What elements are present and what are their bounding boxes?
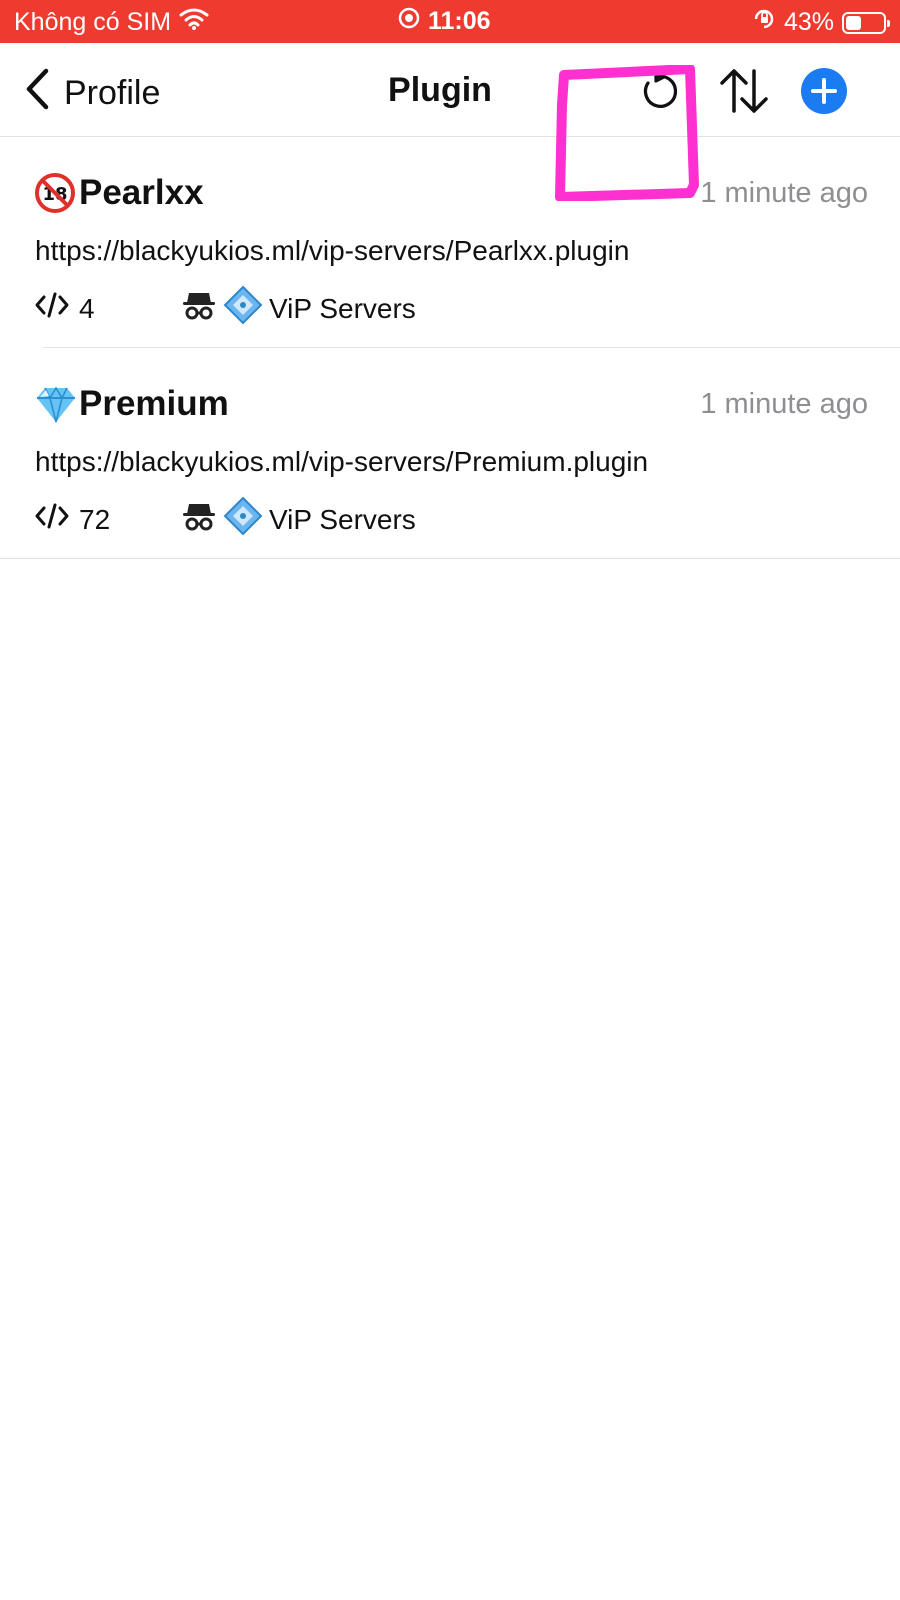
battery-icon xyxy=(842,11,890,34)
no-under-18-icon: 18 xyxy=(35,173,75,213)
code-icon xyxy=(35,291,69,326)
navigation-bar: Profile Plugin xyxy=(0,43,900,201)
plugin-row[interactable]: 18 Pearlxx 1 minute ago https://blackyuk… xyxy=(0,137,900,348)
plugin-title: 18 Pearlxx xyxy=(35,173,204,213)
rotation-lock-icon xyxy=(752,7,776,38)
sort-icon[interactable] xyxy=(718,67,768,115)
script-count-value: 4 xyxy=(79,292,95,324)
plugin-time: 1 minute ago xyxy=(700,177,868,209)
owner-name: ViP Servers xyxy=(269,292,416,324)
clock: 11:06 xyxy=(428,7,491,35)
plugin-url: https://blackyukios.ml/vip-servers/Premi… xyxy=(35,446,649,477)
status-bar: Không có SIM 11:06 43% xyxy=(0,0,900,43)
plugin-owner: ViP Servers xyxy=(181,285,416,332)
code-icon xyxy=(35,502,69,537)
diamond-shape-icon xyxy=(223,496,263,543)
battery-percent: 43% xyxy=(783,8,834,36)
script-count: 4 xyxy=(35,291,181,326)
screen-record-icon xyxy=(398,7,420,36)
plugin-meta: 72 ViP Servers xyxy=(35,496,416,543)
plugin-row[interactable]: Premium 1 minute ago https://blackyukios… xyxy=(0,348,900,559)
plugin-title: Premium xyxy=(35,384,229,424)
plugin-owner: ViP Servers xyxy=(181,496,416,543)
refresh-icon[interactable] xyxy=(634,67,682,115)
carrier-label: Không có SIM xyxy=(14,8,172,36)
plugin-list: 18 Pearlxx 1 minute ago https://blackyuk… xyxy=(0,137,900,559)
row-separator xyxy=(0,558,900,559)
status-left: Không có SIM xyxy=(14,7,209,38)
status-center: 11:06 xyxy=(398,7,491,36)
script-count: 72 xyxy=(35,502,181,537)
detective-icon xyxy=(181,289,217,328)
diamond-shape-icon xyxy=(223,285,263,332)
plugin-name: Pearlxx xyxy=(79,173,204,212)
plugin-meta: 4 ViP Servers xyxy=(35,285,416,332)
add-icon[interactable] xyxy=(800,67,848,115)
script-count-value: 72 xyxy=(79,503,111,535)
plugin-time: 1 minute ago xyxy=(700,388,868,420)
status-right: 43% xyxy=(752,7,890,38)
owner-name: ViP Servers xyxy=(269,503,416,535)
battery-fill xyxy=(846,15,861,30)
plugin-name: Premium xyxy=(79,384,229,423)
wifi-icon xyxy=(179,7,209,38)
detective-icon xyxy=(181,500,217,539)
gem-icon xyxy=(35,384,75,424)
plugin-url: https://blackyukios.ml/vip-servers/Pearl… xyxy=(35,235,630,266)
